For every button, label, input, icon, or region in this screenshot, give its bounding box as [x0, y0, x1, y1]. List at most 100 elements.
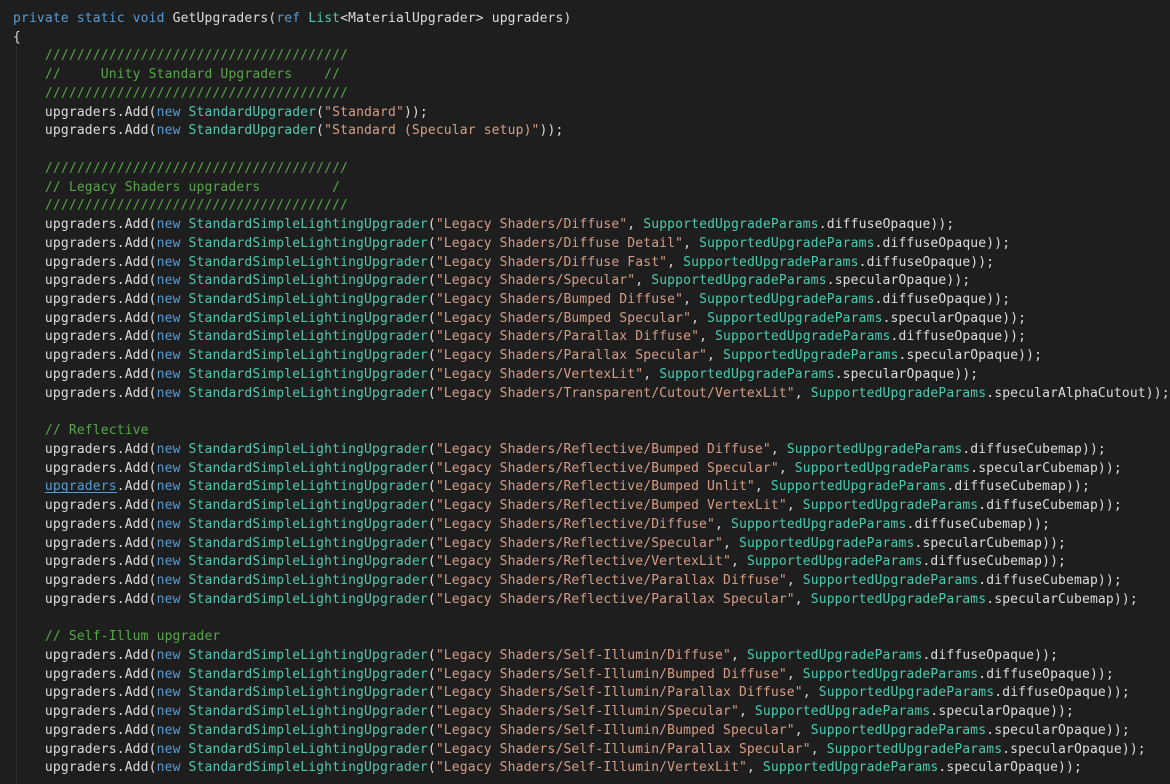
punctuation: ( [427, 292, 436, 308]
punctuation: .diffuseOpaque)); [874, 292, 1011, 308]
code-line[interactable]: upgraders.Add(new StandardSimpleLighting… [13, 759, 1170, 778]
type-name: SupportedUpgradeParams [810, 385, 987, 401]
code-line[interactable]: upgraders.Add(new StandardSimpleLighting… [13, 553, 1170, 572]
code-line[interactable] [13, 403, 1170, 422]
identifier: upgraders [44, 441, 117, 457]
code-line[interactable]: upgraders.Add(new StandardSimpleLighting… [13, 684, 1170, 703]
punctuation: , [802, 685, 819, 701]
code-line[interactable]: ////////////////////////////////////// [13, 197, 1170, 216]
identifier: upgraders [44, 254, 117, 270]
string-literal: "Legacy Shaders/Self-Illumin/Diffuse" [435, 647, 731, 663]
comment: // Self-Illum upgrader [44, 629, 221, 645]
code-line[interactable]: upgraders.Add(new StandardSimpleLighting… [13, 535, 1170, 554]
code-line[interactable]: upgraders.Add(new StandardSimpleLighting… [13, 254, 1170, 273]
code-line[interactable]: // Self-Illum upgrader [13, 628, 1170, 647]
code-line[interactable]: upgraders.Add(new StandardSimpleLighting… [13, 516, 1170, 535]
code-editor[interactable]: private static void GetUpgraders (ref Lis… [0, 0, 1170, 784]
code-line[interactable]: upgraders.Add(new StandardSimpleLighting… [13, 572, 1170, 591]
punctuation: , [691, 310, 708, 326]
punctuation: .Add( [116, 329, 157, 345]
punctuation: , [683, 292, 700, 308]
punctuation [181, 255, 189, 270]
keyword: new [156, 591, 181, 607]
code-line[interactable] [13, 610, 1170, 629]
punctuation: .Add( [116, 235, 157, 251]
code-line[interactable]: upgraders.Add(new StandardSimpleLighting… [13, 647, 1170, 666]
code-line[interactable]: upgraders.Add(new StandardSimpleLighting… [13, 441, 1170, 460]
code-lines[interactable]: private static void GetUpgraders (ref Lis… [13, 10, 1170, 778]
punctuation: )); [539, 123, 564, 139]
code-line[interactable]: upgraders.Add(new StandardSimpleLighting… [13, 741, 1170, 760]
method-name: GetUpgraders [172, 11, 269, 26]
code-line[interactable]: ////////////////////////////////////// [13, 160, 1170, 179]
code-line[interactable]: upgraders.Add(new StandardSimpleLighting… [13, 366, 1170, 385]
code-line[interactable]: upgraders.Add(new StandardSimpleLighting… [13, 328, 1170, 347]
punctuation: .Add( [116, 535, 157, 551]
type-name: SupportedUpgradeParams [762, 760, 939, 776]
comment: ////////////////////////////////////// [44, 48, 349, 64]
code-line[interactable]: upgraders.Add(new StandardSimpleLighting… [13, 460, 1170, 479]
type-name: SupportedUpgradeParams [794, 460, 971, 476]
string-literal: "Legacy Shaders/Diffuse Detail" [435, 235, 684, 251]
punctuation: .specularOpaque)); [882, 310, 1027, 326]
keyword: new [156, 385, 181, 401]
code-line[interactable]: upgraders.Add(new StandardSimpleLighting… [13, 235, 1170, 254]
code-line[interactable]: { [13, 29, 1170, 48]
punctuation: .diffuseCubemap)); [978, 498, 1122, 514]
keyword: new [156, 573, 181, 589]
code-line[interactable]: upgraders.Add(new StandardUpgrader("Stan… [13, 104, 1170, 123]
code-line[interactable]: upgraders.Add(new StandardUpgrader("Stan… [13, 122, 1170, 141]
string-literal: "Legacy Shaders/Transparent/Cutout/Verte… [435, 385, 795, 401]
code-line[interactable]: private static void GetUpgraders(ref Lis… [13, 10, 1170, 29]
string-literal: "Legacy Shaders/Bumped Diffuse" [435, 292, 684, 308]
code-line[interactable]: upgraders.Add(new StandardSimpleLighting… [13, 310, 1170, 329]
code-line[interactable]: // Legacy Shaders upgraders / [13, 179, 1170, 198]
code-line[interactable]: upgraders.Add(new StandardSimpleLighting… [13, 591, 1170, 610]
code-line[interactable]: upgraders.Add(new StandardSimpleLighting… [13, 272, 1170, 291]
code-line[interactable] [13, 141, 1170, 160]
type-name: StandardSimpleLightingUpgrader [188, 235, 428, 251]
keyword: private [13, 11, 69, 26]
punctuation: ( [427, 217, 436, 233]
code-line[interactable]: upgraders.Add(new StandardSimpleLighting… [13, 722, 1170, 741]
punctuation: , [715, 516, 731, 532]
punctuation: , [738, 704, 755, 720]
code-line[interactable]: upgraders.Add(new StandardSimpleLighting… [13, 478, 1170, 497]
type-name: StandardSimpleLightingUpgrader [188, 704, 428, 720]
string-literal: "Legacy Shaders/Reflective/Parallax Diff… [435, 573, 787, 589]
string-literal: "Legacy Shaders/Self-Illumin/Parallax Sp… [435, 741, 811, 757]
punctuation: .specularOpaque)); [826, 273, 971, 289]
punctuation: .Add( [116, 760, 157, 776]
punctuation [181, 573, 189, 588]
code-line[interactable]: upgraders.Add(new StandardSimpleLighting… [13, 497, 1170, 516]
code-line[interactable]: upgraders.Add(new StandardSimpleLighting… [13, 666, 1170, 685]
type-name: SupportedUpgradeParams [683, 254, 859, 270]
punctuation: .Add( [116, 741, 157, 757]
code-line[interactable]: upgraders.Add(new StandardSimpleLighting… [13, 703, 1170, 722]
type-name: StandardSimpleLightingUpgrader [188, 460, 428, 476]
punctuation [181, 461, 189, 476]
code-line[interactable]: ////////////////////////////////////// [13, 47, 1170, 66]
string-literal: "Legacy Shaders/Parallax Specular" [435, 348, 708, 364]
keyword: new [156, 329, 181, 345]
code-line[interactable]: ////////////////////////////////////// [13, 85, 1170, 104]
identifier: upgraders [44, 235, 117, 251]
code-line[interactable]: // Reflective [13, 422, 1170, 441]
comment: ////////////////////////////////////// [44, 198, 349, 214]
code-line[interactable]: upgraders.Add(new StandardSimpleLighting… [13, 291, 1170, 310]
code-line[interactable]: upgraders.Add(new StandardSimpleLighting… [13, 216, 1170, 235]
code-line[interactable]: upgraders.Add(new StandardSimpleLighting… [13, 385, 1170, 404]
punctuation [181, 592, 189, 607]
identifier-link[interactable]: upgraders [45, 479, 117, 494]
punctuation: .specularOpaque)); [930, 704, 1075, 720]
punctuation [181, 498, 189, 513]
type-name: SupportedUpgradeParams [699, 235, 875, 251]
code-line[interactable]: // Unity Standard Upgraders // [13, 66, 1170, 85]
code-line[interactable]: upgraders.Add(new StandardSimpleLighting… [13, 347, 1170, 366]
string-literal: "Legacy Shaders/Bumped Specular" [435, 310, 692, 326]
